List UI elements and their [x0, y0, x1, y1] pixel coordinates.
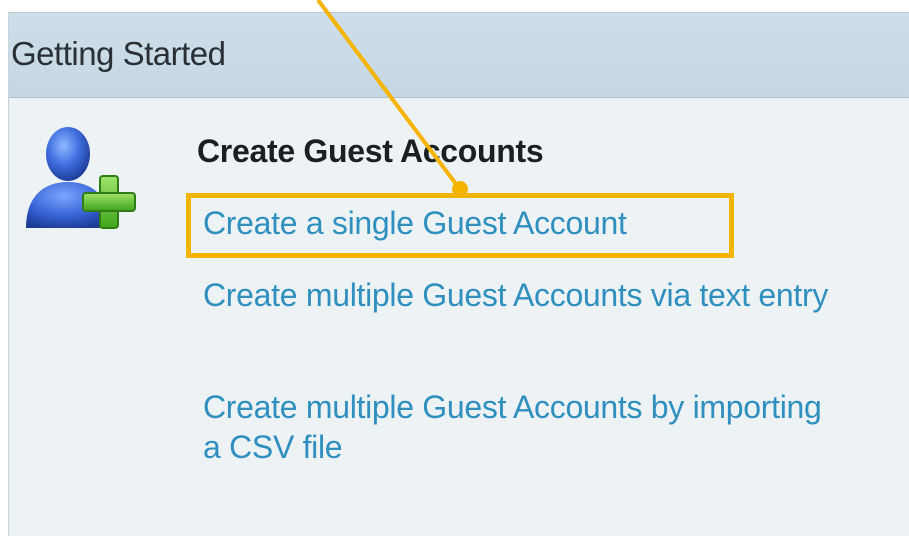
create-multiple-csv-link[interactable]: Create multiple Guest Accounts by import…	[203, 387, 843, 467]
panel-title: Getting Started	[11, 35, 226, 72]
highlight-box	[186, 193, 734, 258]
user-add-icon	[26, 127, 136, 229]
page: Getting Started Create Guest Accounts Cr…	[0, 0, 909, 536]
section-heading: Create Guest Accounts	[197, 133, 544, 169]
create-multiple-text-link[interactable]: Create multiple Guest Accounts via text …	[203, 275, 883, 315]
panel-header: Getting Started	[9, 13, 909, 98]
